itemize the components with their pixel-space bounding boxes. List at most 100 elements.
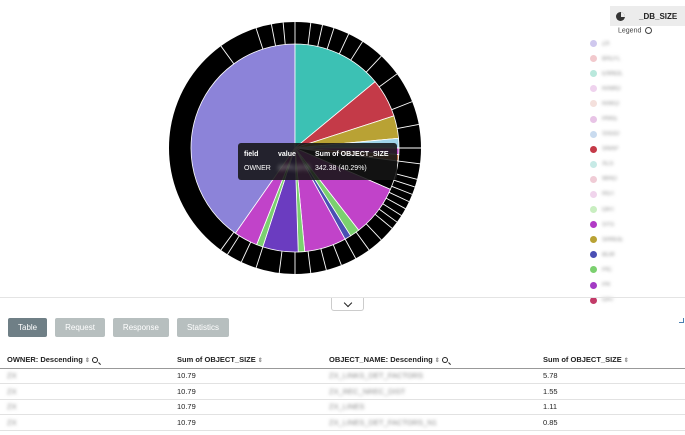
cell-owner: ZX xyxy=(0,414,170,431)
legend-swatch xyxy=(590,85,597,93)
legend-label: BALFL xyxy=(602,55,621,62)
legend-label: RGT xyxy=(602,191,615,198)
legend-item[interactable]: OAT xyxy=(590,293,680,308)
sort-icon[interactable]: ⇕ xyxy=(624,357,629,364)
legend-item[interactable]: SHNUE xyxy=(590,232,680,247)
tab-request[interactable]: Request xyxy=(55,318,105,337)
cell-sum: 1.11 xyxy=(536,399,685,415)
legend-item[interactable]: PR xyxy=(590,278,680,293)
cell-owner: ZX xyxy=(0,383,170,400)
legend-item[interactable]: RAKO xyxy=(590,96,680,111)
legend-label: BLM xyxy=(602,251,615,258)
legend-item[interactable]: BLM xyxy=(590,247,680,262)
legend-swatch xyxy=(590,221,597,229)
legend-item[interactable]: SSGO xyxy=(590,127,680,142)
legend-swatch xyxy=(590,100,597,108)
legend-toggle-label: Legend xyxy=(618,27,642,35)
column-header-label: Sum of OBJECT_SIZE xyxy=(177,354,256,364)
cell-owner: ZX xyxy=(0,399,170,415)
data-table: OWNER: Descending ⇕ Sum of OBJECT_SIZE ⇕ O… xyxy=(0,351,685,431)
tab-table[interactable]: Table xyxy=(8,318,48,337)
settings-icon[interactable] xyxy=(645,27,653,34)
chevron-down-icon xyxy=(343,298,352,307)
legend-header[interactable]: _DB_SIZE xyxy=(610,6,685,26)
cell-sum: 10.79 xyxy=(170,383,322,400)
legend-swatch xyxy=(590,175,597,183)
legend-list: ZX BALFL ENNOL RAWO RAKO PAKE SSGO SNAP XLS WHO RG… xyxy=(590,36,680,308)
legend-label: SYS xyxy=(602,221,615,228)
legend-item[interactable]: RAWO xyxy=(590,81,680,96)
search-icon[interactable] xyxy=(91,356,98,363)
cell-owner: ZX xyxy=(0,368,170,384)
resize-handle-icon[interactable] xyxy=(679,318,684,323)
legend-item[interactable]: PIC xyxy=(590,262,680,277)
legend-item[interactable]: ENNOL xyxy=(590,66,680,81)
column-header-object-name[interactable]: OBJECT_NAME: Descending ⇕ xyxy=(322,351,536,369)
cell-sum: 1.55 xyxy=(536,383,685,400)
column-header-label: OWNER: Descending xyxy=(7,354,83,364)
cell-object-name: ZX_LINKS_DET_FACTORS xyxy=(322,368,536,384)
legend-label: XLS xyxy=(602,161,614,168)
legend-label: PR xyxy=(602,282,611,289)
table-row[interactable]: ZX 10.79 ZX_LINKS_DET_FACTORS 5.78 xyxy=(0,368,685,384)
column-header-sum-1[interactable]: Sum of OBJECT_SIZE ⇕ xyxy=(170,351,322,369)
cell-object-name: ZX_LINES_DET_FACTORS_N1 xyxy=(322,414,536,431)
column-header-sum-2[interactable]: Sum of OBJECT_SIZE ⇕ xyxy=(536,351,685,369)
sort-icon[interactable]: ⇕ xyxy=(258,357,263,364)
legend-toggle[interactable]: Legend xyxy=(618,27,653,35)
tooltip-field: OWNER xyxy=(244,164,271,172)
column-header-owner[interactable]: OWNER: Descending ⇕ xyxy=(0,351,170,369)
result-tabs: Table Request Response Statistics xyxy=(8,318,237,337)
cell-sum: 10.79 xyxy=(170,368,322,384)
legend-item[interactable]: BALFL xyxy=(590,51,680,66)
legend-item[interactable]: PAKE xyxy=(590,111,680,126)
legend-item[interactable]: XLS xyxy=(590,157,680,172)
sort-icon[interactable]: ⇕ xyxy=(435,357,440,364)
legend-label: ENNOL xyxy=(602,70,623,77)
legend-label: ZX xyxy=(602,40,610,47)
search-icon[interactable] xyxy=(441,356,448,363)
legend-swatch xyxy=(590,40,597,48)
legend-label: PIC xyxy=(602,266,613,273)
cell-sum: 5.78 xyxy=(536,368,685,384)
legend-item[interactable]: OHT xyxy=(590,202,680,217)
cell-sum: 10.79 xyxy=(170,399,322,415)
legend-swatch xyxy=(590,160,597,168)
tooltip-col-field: field xyxy=(244,150,259,158)
legend-swatch xyxy=(590,115,597,123)
legend-swatch xyxy=(590,190,597,198)
tooltip-col-value: value xyxy=(278,150,296,158)
legend-swatch xyxy=(590,130,597,138)
collapse-toggle-button[interactable] xyxy=(331,298,364,311)
legend-item[interactable]: WHO xyxy=(590,172,680,187)
legend-label: SHNUE xyxy=(602,236,624,243)
legend-label: SSGO xyxy=(602,131,620,138)
tooltip-col-sum: Sum of OBJECT_SIZE xyxy=(315,150,389,158)
legend-swatch xyxy=(590,236,597,244)
tab-statistics[interactable]: Statistics xyxy=(176,318,229,337)
legend-label: RAWO xyxy=(602,85,621,92)
column-header-label: OBJECT_NAME: Descending xyxy=(329,354,433,364)
legend-item[interactable]: SNAP xyxy=(590,142,680,157)
tab-response[interactable]: Response xyxy=(112,318,169,337)
sort-icon[interactable]: ⇕ xyxy=(85,357,90,364)
tooltip-sum: 342.38 (40.29%) xyxy=(315,164,367,172)
legend-label: PAKE xyxy=(602,116,618,123)
cell-sum: 10.79 xyxy=(170,414,322,431)
legend-label: WHO xyxy=(602,176,617,183)
table-row[interactable]: ZX 10.79 ZX_LINES_DET_FACTORS_N1 0.85 xyxy=(0,414,685,431)
legend-swatch xyxy=(590,70,597,78)
legend-label: OAT xyxy=(602,297,614,304)
legend-item[interactable]: SYS xyxy=(590,217,680,232)
legend-swatch xyxy=(590,281,597,289)
legend-label: SNAP xyxy=(602,146,619,153)
table-row[interactable]: ZX 10.79 ZX_LINES 1.11 xyxy=(0,399,685,415)
cell-object-name: ZX_LINES xyxy=(322,399,536,415)
legend-item[interactable]: ZX xyxy=(590,36,680,51)
legend-item[interactable]: RGT xyxy=(590,187,680,202)
legend-swatch xyxy=(590,266,597,274)
cell-object-name: ZX_REC_NREC_DIST xyxy=(322,383,536,400)
legend-swatch xyxy=(590,251,597,259)
legend-label: RAKO xyxy=(602,100,620,107)
table-row[interactable]: ZX 10.79 ZX_REC_NREC_DIST 1.55 xyxy=(0,383,685,400)
